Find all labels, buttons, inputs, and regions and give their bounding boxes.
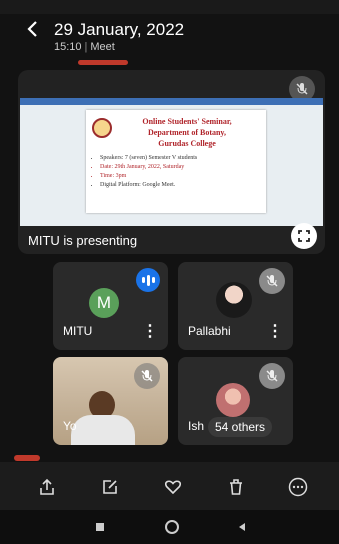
recent-apps-button[interactable]: [90, 518, 110, 536]
participant-name: Yo: [63, 419, 77, 433]
delete-button[interactable]: [223, 474, 249, 500]
back-button[interactable]: [22, 18, 44, 40]
arrow-left-icon: [27, 21, 37, 37]
triangle-back-icon: [239, 523, 245, 531]
college-logo-icon: [92, 118, 112, 138]
slide-bullet: Date: 29th January, 2022, Saturday: [100, 163, 197, 172]
shared-screen: Online Students' Seminar, Department of …: [20, 98, 323, 226]
mic-off-icon: [259, 268, 285, 294]
avatar: M: [89, 288, 119, 318]
home-button[interactable]: [162, 518, 182, 536]
fullscreen-button[interactable]: [291, 223, 317, 249]
more-button[interactable]: [285, 474, 311, 500]
slide-heading-3: Gurudas College: [158, 139, 216, 148]
edit-icon: [103, 480, 117, 494]
share-icon: [40, 478, 54, 495]
speaking-indicator-icon: [136, 268, 160, 292]
delete-icon: [230, 479, 242, 495]
slide: Online Students' Seminar, Department of …: [86, 110, 266, 213]
share-button[interactable]: [34, 474, 60, 500]
back-nav-button[interactable]: [232, 518, 252, 536]
avatar: [216, 282, 252, 318]
participant-tile-pallabhi[interactable]: Pallabhi ⋮: [178, 262, 293, 350]
more-options-button[interactable]: ⋮: [142, 324, 158, 340]
participant-name: Pallabhi: [188, 324, 231, 338]
separator: |: [84, 41, 88, 53]
meeting-type: Meet: [90, 41, 115, 53]
participant-indicator: [14, 455, 40, 461]
circle-icon: [165, 520, 179, 534]
participant-name: Ish: [188, 419, 205, 433]
heart-icon: [164, 480, 182, 495]
avatar: [216, 383, 250, 417]
favorite-button[interactable]: [160, 474, 186, 500]
mic-off-icon: [259, 363, 285, 389]
edit-button[interactable]: [97, 474, 123, 500]
mic-off-icon: [134, 363, 160, 389]
person-body: [71, 415, 135, 445]
participant-tile-mitu[interactable]: M MITU ⋮: [53, 262, 168, 350]
meeting-time: 15:10: [54, 41, 82, 53]
slide-bullets: Speakers: 7 (seven) Semester V students …: [90, 154, 197, 190]
header: 29 January, 2022 15:10 | Meet: [0, 14, 339, 58]
participant-tile-you[interactable]: Yo: [53, 357, 168, 445]
slide-heading-1: Online Students' Seminar,: [142, 117, 232, 126]
others-count-badge[interactable]: 54 others: [208, 417, 273, 437]
bottom-toolbar: [0, 462, 339, 510]
slideshow-toolbar: [20, 98, 323, 105]
slide-bullet: Speakers: 7 (seven) Semester V students: [100, 154, 197, 163]
slide-heading-2: Department of Botany,: [148, 128, 226, 137]
page-title: 29 January, 2022: [54, 20, 185, 39]
fullscreen-icon: [298, 230, 310, 242]
slide-bullet: Digital Platform: Google Meet.: [100, 181, 197, 190]
participant-indicator: [78, 60, 128, 65]
presentation-tile[interactable]: Online Students' Seminar, Department of …: [18, 70, 325, 254]
status-bar: [0, 0, 339, 14]
more-options-button[interactable]: ⋮: [267, 324, 283, 340]
more-icon: [288, 477, 308, 497]
square-icon: [96, 523, 104, 531]
slide-bullet: Time: 3pm: [100, 172, 197, 181]
page-subtitle: 15:10 | Meet: [54, 41, 115, 53]
participant-tile-others[interactable]: Ish 54 others: [178, 357, 293, 445]
presenting-caption: MITU is presenting: [28, 233, 138, 248]
system-navigation-bar: [0, 510, 339, 544]
participant-name: MITU: [63, 324, 93, 338]
